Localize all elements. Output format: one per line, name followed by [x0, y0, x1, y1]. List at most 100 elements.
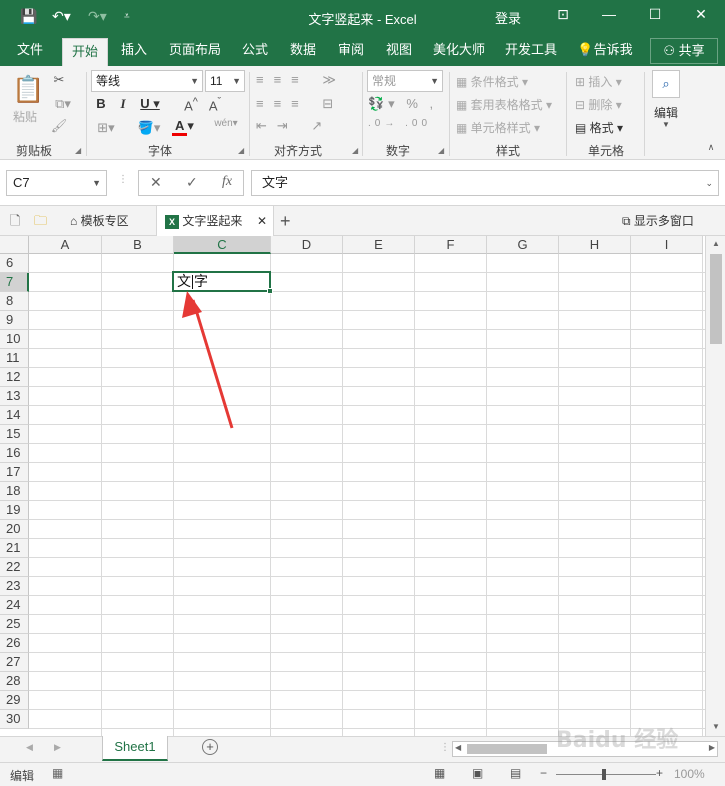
- page-break-view-icon[interactable]: ▤: [510, 766, 521, 780]
- row-header[interactable]: 21: [0, 539, 29, 558]
- select-all-corner[interactable]: [0, 236, 29, 254]
- delete-cells-button[interactable]: ⊟ 删除 ▾: [575, 96, 622, 113]
- split-handle-icon[interactable]: ⋮: [440, 742, 450, 753]
- zoom-level[interactable]: 100%: [674, 767, 705, 781]
- row-header[interactable]: 18: [0, 482, 29, 501]
- tab-formulas[interactable]: 公式: [234, 34, 276, 66]
- insert-function-icon[interactable]: fx: [222, 174, 232, 190]
- tab-view[interactable]: 视图: [378, 34, 420, 66]
- shrink-font-icon[interactable]: Aˇ: [206, 96, 224, 113]
- login-link[interactable]: 登录: [495, 8, 521, 27]
- search-icon[interactable]: ⌕: [652, 70, 680, 98]
- italic-icon[interactable]: I: [116, 96, 130, 112]
- chevron-down-icon[interactable]: ▼: [660, 120, 672, 129]
- horizontal-align-icons[interactable]: ≡≡≡ ⊟: [256, 96, 356, 112]
- editing-button[interactable]: 编辑: [654, 104, 678, 121]
- table-format-button[interactable]: ▦ 套用表格格式 ▾: [456, 96, 552, 113]
- row-header[interactable]: 11: [0, 349, 29, 368]
- row-header[interactable]: 28: [0, 672, 29, 691]
- cell-styles-button[interactable]: ▦ 单元格样式 ▾: [456, 119, 540, 136]
- grow-font-icon[interactable]: A^: [182, 96, 200, 113]
- scroll-thumb[interactable]: [710, 254, 722, 344]
- add-sheet-icon[interactable]: +: [202, 739, 218, 755]
- fill-color-icon[interactable]: 🪣▾: [136, 120, 162, 136]
- paste-label[interactable]: 粘贴: [13, 108, 37, 125]
- row-header[interactable]: 25: [0, 615, 29, 634]
- row-header[interactable]: 15: [0, 425, 29, 444]
- name-box[interactable]: C7 ▼: [6, 170, 107, 196]
- font-size-select[interactable]: 11 ▼: [205, 70, 245, 92]
- row-header[interactable]: 17: [0, 463, 29, 482]
- fill-handle[interactable]: [267, 288, 273, 294]
- tab-home[interactable]: 开始: [62, 38, 108, 66]
- indent-icons[interactable]: ⇤⇥ ↗: [256, 118, 356, 134]
- enter-icon[interactable]: ✓: [186, 174, 198, 191]
- borders-icon[interactable]: ⊞▾: [94, 120, 118, 136]
- column-header[interactable]: D: [271, 236, 343, 254]
- multi-window-button[interactable]: ⧉ 显示多窗口: [622, 206, 694, 236]
- font-color-icon[interactable]: A ▾: [170, 118, 196, 136]
- tell-me[interactable]: 💡告诉我: [572, 34, 638, 66]
- new-tab-icon[interactable]: +: [280, 206, 291, 236]
- drag-handle-icon[interactable]: ⋮: [118, 174, 128, 185]
- number-format-select[interactable]: 常规 ▼: [367, 70, 443, 92]
- column-header[interactable]: B: [102, 236, 174, 254]
- close-tab-icon[interactable]: ✕: [257, 206, 267, 236]
- currency-percent-icons[interactable]: 💱▾ % ,: [368, 96, 440, 112]
- row-header[interactable]: 23: [0, 577, 29, 596]
- normal-view-icon[interactable]: ▦: [434, 766, 445, 780]
- next-sheet-icon[interactable]: ▶: [54, 742, 61, 753]
- alignment-launcher-icon[interactable]: ◢: [352, 146, 358, 155]
- row-header[interactable]: 6: [0, 254, 29, 273]
- phonetic-guide-icon[interactable]: wén▾: [212, 118, 240, 129]
- sheet-tab[interactable]: Sheet1: [102, 736, 168, 761]
- tab-developer[interactable]: 开发工具: [500, 34, 562, 66]
- scroll-thumb[interactable]: [467, 744, 547, 754]
- column-header[interactable]: H: [559, 236, 631, 254]
- row-header[interactable]: 19: [0, 501, 29, 520]
- row-header[interactable]: 9: [0, 311, 29, 330]
- column-header[interactable]: E: [343, 236, 415, 254]
- folder-icon[interactable]: 🗀: [34, 206, 47, 236]
- zoom-in-icon[interactable]: +: [656, 766, 663, 780]
- zoom-slider[interactable]: [556, 774, 656, 775]
- close-button[interactable]: ✕: [690, 6, 712, 26]
- row-header[interactable]: 26: [0, 634, 29, 653]
- ribbon-display-options-icon[interactable]: ⊡: [552, 6, 574, 26]
- zoom-out-icon[interactable]: −: [540, 766, 547, 780]
- row-header[interactable]: 7: [0, 273, 29, 292]
- row-header[interactable]: 10: [0, 330, 29, 349]
- number-launcher-icon[interactable]: ◢: [438, 146, 444, 155]
- paste-icon[interactable]: 📋: [12, 74, 44, 105]
- row-header[interactable]: 27: [0, 653, 29, 672]
- row-header[interactable]: 24: [0, 596, 29, 615]
- scroll-right-icon[interactable]: ▶: [709, 743, 715, 752]
- macro-record-icon[interactable]: ▦: [52, 766, 63, 780]
- row-header[interactable]: 22: [0, 558, 29, 577]
- column-header[interactable]: C: [174, 236, 271, 254]
- copy-icon[interactable]: ⧉▾: [50, 96, 76, 112]
- templates-tab[interactable]: ⌂ 模板专区: [62, 206, 152, 236]
- tab-file[interactable]: 文件: [8, 34, 52, 66]
- tab-data[interactable]: 数据: [282, 34, 324, 66]
- current-document-tab[interactable]: X 文字竖起来 ✕: [156, 206, 274, 236]
- column-header[interactable]: F: [415, 236, 487, 254]
- clipboard-launcher-icon[interactable]: ◢: [75, 146, 81, 155]
- row-header[interactable]: 8: [0, 292, 29, 311]
- tab-page-layout[interactable]: 页面布局: [164, 34, 226, 66]
- underline-icon[interactable]: U ▾: [138, 96, 162, 112]
- new-document-icon[interactable]: 🗋: [10, 206, 20, 236]
- row-header[interactable]: 30: [0, 710, 29, 729]
- row-header[interactable]: 20: [0, 520, 29, 539]
- collapse-ribbon-icon[interactable]: ∧: [704, 142, 718, 153]
- column-header[interactable]: G: [487, 236, 559, 254]
- minimize-button[interactable]: —: [598, 6, 620, 26]
- column-header[interactable]: I: [631, 236, 703, 254]
- zoom-slider-thumb[interactable]: [602, 769, 606, 780]
- page-layout-view-icon[interactable]: ▣: [472, 766, 483, 780]
- scroll-left-icon[interactable]: ◀: [455, 743, 461, 752]
- format-painter-icon[interactable]: 🖌: [50, 118, 68, 134]
- conditional-format-button[interactable]: ▦ 条件格式 ▾: [456, 73, 528, 90]
- column-header[interactable]: A: [29, 236, 102, 254]
- row-header[interactable]: 14: [0, 406, 29, 425]
